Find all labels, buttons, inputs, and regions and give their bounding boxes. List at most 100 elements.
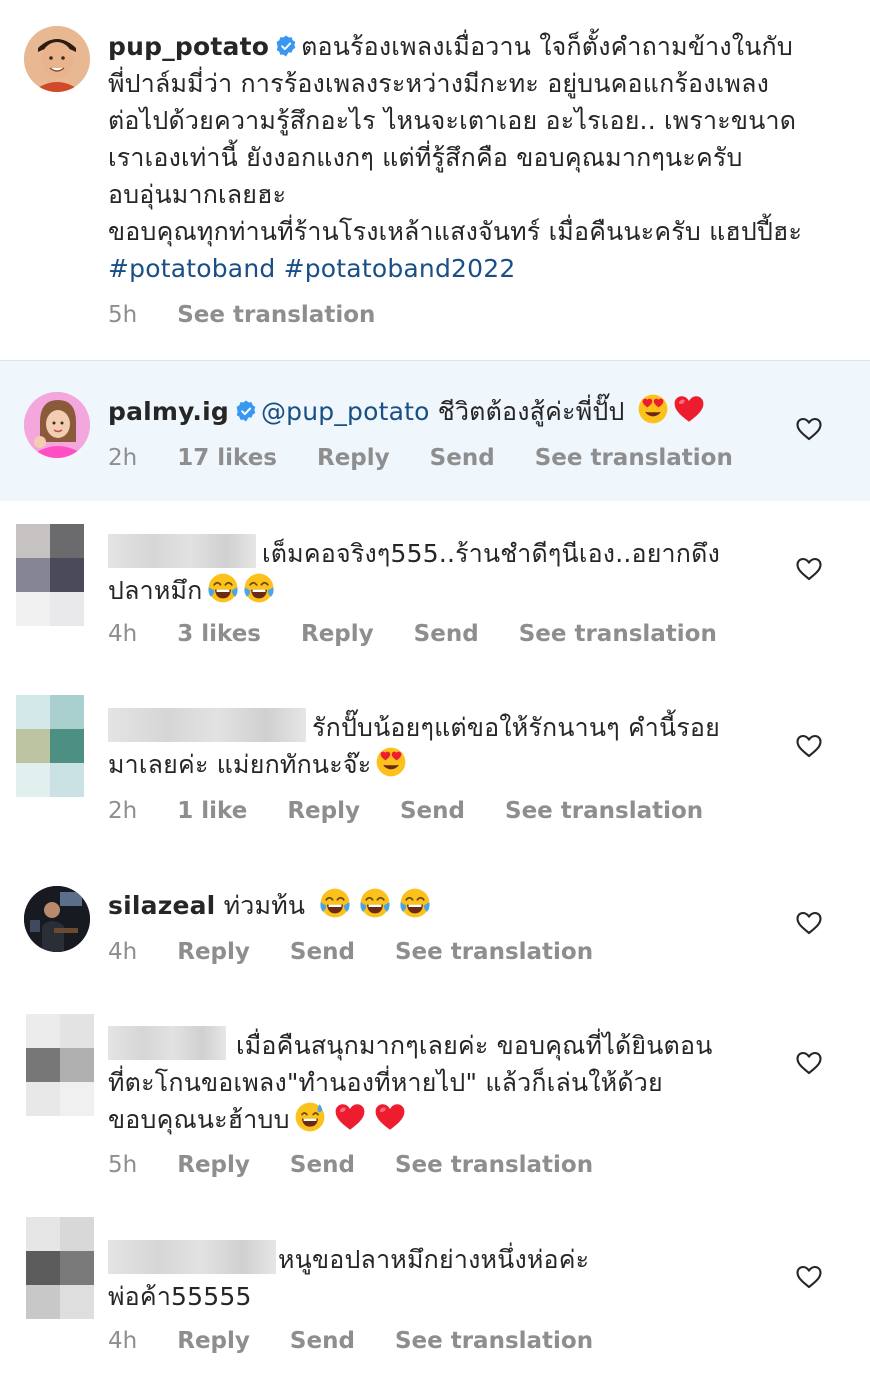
comment-meta: 2h 1 like Reply Send See translation (108, 798, 735, 824)
heart-outline-icon[interactable] (796, 417, 822, 441)
comment-text-line: มาเลยค่ะ แม่ยกทักนะจ๊ะ (108, 750, 372, 779)
comment-body: silazeal ท่วมท้น (108, 887, 774, 924)
avatar[interactable] (16, 524, 84, 626)
see-translation-button[interactable]: See translation (505, 798, 703, 824)
highlighted-comment: palmy.ig @pup_potato ชีวิตต้องสู้ค่ะพี่ปั… (0, 361, 870, 501)
username-blurred[interactable] (108, 1026, 226, 1060)
reply-button[interactable]: Reply (177, 939, 250, 965)
comment-text-line: พ่อค้า55555 (108, 1282, 252, 1311)
timestamp: 5h (108, 1152, 138, 1178)
heart-outline-icon[interactable] (796, 734, 822, 758)
send-button[interactable]: Send (400, 798, 465, 824)
comment-text-line: เราเองเท่านี้ ยังงอกแงกๆ แต่ที่รู้สึกคือ… (108, 143, 743, 172)
comment-text-line: ตอนร้องเพลงเมื่อวาน ใจก็ตั้งคำถามข้างในก… (301, 32, 793, 61)
timestamp: 4h (108, 621, 138, 647)
reply-button[interactable]: Reply (177, 1328, 250, 1354)
likes-count[interactable]: 3 likes (177, 621, 261, 647)
avatar[interactable] (26, 1014, 94, 1116)
comment-meta: 2h 17 likes Reply Send See translation (108, 445, 765, 471)
mention-link[interactable]: @pup_potato (261, 397, 430, 426)
hashtags[interactable]: #potatoband #potatoband2022 (108, 250, 774, 287)
comment-text-line: อบอุ่นมากเลยฮะ (108, 180, 287, 209)
timestamp: 5h (108, 302, 138, 328)
likes-count[interactable]: 17 likes (177, 445, 277, 471)
username-blurred[interactable] (108, 534, 256, 568)
red-heart-emoji (334, 1101, 366, 1133)
comment-meta: 4h 3 likes Reply Send See translation (108, 621, 749, 647)
send-button[interactable]: Send (290, 1328, 355, 1354)
username[interactable]: pup_potato (108, 32, 269, 61)
comment-body: รักปั๊บน้อยๆแต่ขอให้รักนานๆ คำนี้รอย มาเ… (108, 708, 774, 783)
reply-button[interactable]: Reply (287, 798, 360, 824)
red-heart-emoji (673, 393, 705, 425)
comment: รักปั๊บน้อยๆแต่ขอให้รักนานๆ คำนี้รอย มาเ… (0, 695, 870, 845)
heart-outline-icon[interactable] (796, 911, 822, 935)
comment-text: ชีวิตต้องสู้ค่ะพี่ปั๊ป (437, 397, 625, 426)
grinning-face-with-sweat-emoji (294, 1101, 326, 1133)
see-translation-button[interactable]: See translation (395, 939, 593, 965)
verified-badge-icon (275, 35, 297, 57)
reply-button[interactable]: Reply (177, 1152, 250, 1178)
face-with-tears-of-joy-emoji (243, 572, 275, 604)
username[interactable]: silazeal (108, 891, 215, 920)
timestamp: 2h (108, 798, 138, 824)
see-translation-button[interactable]: See translation (177, 302, 375, 328)
comment-text: ท่วมท้น (223, 891, 306, 920)
avatar[interactable] (26, 1217, 94, 1319)
send-button[interactable]: Send (290, 939, 355, 965)
face-with-tears-of-joy-emoji (359, 887, 391, 919)
comment-body: palmy.ig @pup_potato ชีวิตต้องสู้ค่ะพี่ปั… (108, 393, 774, 430)
timestamp: 2h (108, 445, 138, 471)
heart-outline-icon[interactable] (796, 1051, 822, 1075)
face-with-tears-of-joy-emoji (207, 572, 239, 604)
comment-meta: 4h Reply Send See translation (108, 939, 625, 965)
see-translation-button[interactable]: See translation (395, 1328, 593, 1354)
username-blurred[interactable] (108, 708, 306, 742)
see-translation-button[interactable]: See translation (535, 445, 733, 471)
comment-text-line: ขอบคุณทุกท่านที่ร้านโรงเหล้าแสงจันทร์ เม… (108, 217, 803, 246)
avatar[interactable] (24, 886, 90, 952)
comment-text-line: เต็มคอจริงๆ555..ร้านชำดีๆนีเอง..อยากดึง (262, 539, 720, 568)
timestamp: 4h (108, 1328, 138, 1354)
comment-body: หนูขอปลาหมึกย่างหนึ่งห่อค่ะ พ่อค้า55555 (108, 1240, 774, 1315)
username[interactable]: palmy.ig (108, 397, 229, 426)
face-with-tears-of-joy-emoji (399, 887, 431, 919)
comment-body: เต็มคอจริงๆ555..ร้านชำดีๆนีเอง..อยากดึง … (108, 534, 774, 609)
comment-text-line: รักปั๊บน้อยๆแต่ขอให้รักนานๆ คำนี้รอย (312, 713, 720, 742)
heart-outline-icon[interactable] (796, 1265, 822, 1289)
comment-body: เมื่อคืนสนุกมากๆเลยค่ะ ขอบคุณที่ได้ยินตอ… (108, 1026, 774, 1138)
smiling-face-with-heart-eyes-emoji (375, 746, 407, 778)
avatar[interactable] (24, 392, 90, 458)
avatar[interactable] (24, 26, 90, 92)
timestamp: 4h (108, 939, 138, 965)
comment-meta: 4h Reply Send See translation (108, 1328, 625, 1354)
reply-button[interactable]: Reply (301, 621, 374, 647)
comment: เมื่อคืนสนุกมากๆเลยค่ะ ขอบคุณที่ได้ยินตอ… (0, 1012, 870, 1192)
avatar[interactable] (16, 695, 84, 797)
see-translation-button[interactable]: See translation (395, 1152, 593, 1178)
username-blurred[interactable] (108, 1240, 276, 1274)
likes-count[interactable]: 1 like (177, 798, 247, 824)
send-button[interactable]: Send (290, 1152, 355, 1178)
comment-meta: 5h Reply Send See translation (108, 1152, 625, 1178)
comment-text-line: เมื่อคืนสนุกมากๆเลยค่ะ ขอบคุณที่ได้ยินตอ… (236, 1031, 713, 1060)
face-with-tears-of-joy-emoji (319, 887, 351, 919)
comment-text-line: ปลาหมึก (108, 576, 203, 605)
comment: เต็มคอจริงๆ555..ร้านชำดีๆนีเอง..อยากดึง … (0, 520, 870, 670)
comment-text-line: ที่ตะโกนขอเพลง"ทำนองที่หายไป" แล้วก็เล่น… (108, 1068, 663, 1097)
heart-outline-icon[interactable] (796, 557, 822, 581)
comment-meta: 5h See translation (108, 302, 407, 328)
comment-body: pup_potato ตอนร้องเพลงเมื่อวาน ใจก็ตั้งคำ… (108, 28, 803, 287)
comment: silazeal ท่วมท้น 4h Reply Send See trans… (0, 870, 870, 990)
red-heart-emoji (374, 1101, 406, 1133)
comment-text-line: หนูขอปลาหมึกย่างหนึ่งห่อค่ะ (278, 1245, 590, 1274)
reply-button[interactable]: Reply (317, 445, 390, 471)
comment-text-line: ต่อไปด้วยความรู้สึกอะไร ไหนจะเตาเอย อะไร… (108, 106, 797, 135)
comment-text-line: พี่ปาล์มมี่ว่า การร้องเพลงระหว่างมีกะทะ … (108, 69, 770, 98)
smiling-face-with-heart-eyes-emoji (637, 393, 669, 425)
see-translation-button[interactable]: See translation (519, 621, 717, 647)
comment-text-line: ขอบคุณนะฮ้าบบ (108, 1105, 290, 1134)
verified-badge-icon (235, 400, 257, 422)
send-button[interactable]: Send (414, 621, 479, 647)
send-button[interactable]: Send (430, 445, 495, 471)
